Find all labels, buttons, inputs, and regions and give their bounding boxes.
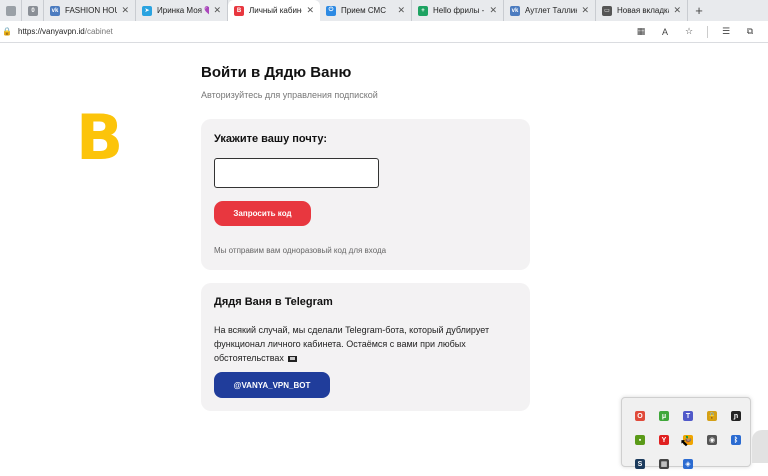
bluetooth-icon[interactable]: ᛒ [724,428,748,452]
bluetooth-icon-glyph: ᛒ [731,435,741,445]
extensions-icon[interactable]: ⧉ [744,26,756,38]
vpn-lock-icon-glyph: 🔒 [707,411,717,421]
request-code-button[interactable]: Запросить код [214,201,311,226]
vk-icon: vk [510,5,520,16]
notion-n-icon-glyph: ɲ [731,411,741,421]
browser-tab-bar: 0vkFASHION HOUSE✕➤Иринка Моя 💜✕BЛичный к… [0,0,768,21]
grid-icon[interactable]: ▦ [635,26,647,38]
steam-icon[interactable]: S [628,452,652,476]
tab-title: Аутлет Таллинско [525,6,577,15]
login-header: Войти в Дядю Ваню Авторизуйтесь для упра… [201,62,530,104]
tab-3[interactable]: ➤ Иринка Моя 💜 ✕ [136,0,228,21]
close-tab-icon[interactable]: ✕ [397,5,405,16]
app-tray-icon-glyph: ▦ [659,459,669,469]
toolbar-divider [707,25,708,38]
page-subtitle: Авторизуйтесь для управления подпиской [201,90,378,100]
tab-actions-button[interactable] [0,0,22,21]
close-tab-icon[interactable]: ✕ [489,5,497,16]
tab-title: Прием СМС [341,6,386,15]
url-host: https://vanyavpn.id [18,27,85,36]
tab-title: Новая вкладка [617,6,670,15]
eye-off-icon-glyph: ◉ [707,435,717,445]
mouse-cursor-icon: ⬉ [680,438,689,449]
new-tab-button[interactable]: + [688,0,710,21]
read-aloud-icon[interactable]: A [659,26,671,38]
tab-8[interactable]: ▭ Новая вкладка ✕ [596,0,688,21]
login-card: Укажите вашу почту: Запросить код Мы отп… [201,119,530,270]
telegram-heading: Дядя Ваня в Telegram [214,296,333,308]
close-tab-icon[interactable]: ✕ [306,5,314,16]
tab-7[interactable]: vk Аутлет Таллинско ✕ [504,0,596,21]
login-hint: Мы отправим вам одноразовый код для вход… [214,246,387,255]
tab-4[interactable]: B Личный кабинет ✕ [228,0,320,21]
opera-gx-icon-glyph: O [635,411,645,421]
yandex-icon-glyph: Y [659,435,669,445]
close-tab-icon[interactable]: ✕ [213,5,221,16]
tab-2[interactable]: vk FASHION HOUSE ✕ [44,0,136,21]
eye-off-icon[interactable]: ◉ [700,428,724,452]
nvidia-icon[interactable]: ▪ [628,428,652,452]
favorites-list-icon[interactable]: ☰ [720,26,732,38]
brand-logo: B [76,101,124,174]
notion-n-icon[interactable]: ɲ [724,404,748,428]
telegram-description-text: На всякий случай, мы сделали Telegram-бо… [214,325,490,363]
pinned-tab[interactable]: 0 [22,0,44,21]
tab-title: FASHION HOUSE [65,6,117,15]
app-tray-icon[interactable]: ▦ [652,452,676,476]
tab-title: Личный кабинет [249,6,302,15]
power-icon: ⏻ [326,5,336,16]
vanyavpn-icon: B [234,5,244,16]
pinned-tab-icon: 0 [28,5,38,16]
url-path: /cabinet [84,27,113,36]
yandex-icon[interactable]: Y [652,428,676,452]
utorrent-icon[interactable]: μ [652,404,676,428]
teams-icon-glyph: T [683,411,693,421]
new-tab-page-icon: ▭ [602,5,612,16]
opera-gx-icon[interactable]: O [628,404,652,428]
system-tray-overflow: Oμ T 🔒 ɲ ▪ Y 🦆 ◉ ᛒ S ▦ ◈ [621,397,751,469]
url-field[interactable]: https://vanyavpn.id/cabinet [18,27,635,36]
tab-actions-icon [6,5,16,16]
shield-tray-icon-glyph: ◈ [683,459,693,469]
shield-tray-icon[interactable]: ◈ [676,452,700,476]
close-tab-icon[interactable]: ✕ [673,5,681,16]
nvidia-icon-glyph: ▪ [635,435,645,445]
teams-icon[interactable]: T [676,404,700,428]
tab-title: Hello фрилы - Go [433,6,485,15]
vk-icon: vk [50,5,60,16]
telegram-bot-button[interactable]: @VANYA_VPN_BOT [214,372,330,398]
utorrent-icon-glyph: μ [659,411,669,421]
telegram-icon: ➤ [142,5,152,16]
telegram-description: На всякий случай, мы сделали Telegram-бо… [214,323,514,365]
page-title: Войти в Дядю Ваню [201,64,352,81]
favorite-star-icon[interactable]: ☆ [683,26,695,38]
address-bar: 🔒 https://vanyavpn.id/cabinet ▦ A ☆ ☰ ⧉ [0,21,768,43]
corner-shade [752,430,768,463]
lock-icon[interactable]: 🔒 [2,27,12,36]
pirate-flag-icon [288,355,298,362]
email-input[interactable] [214,158,379,188]
tab-5[interactable]: ⏻ Прием СМС ✕ [320,0,412,21]
close-tab-icon[interactable]: ✕ [581,5,589,16]
tab-6[interactable]: + Hello фрилы - Go ✕ [412,0,504,21]
sheets-icon: + [418,5,428,16]
telegram-card: Дядя Ваня в Telegram На всякий случай, м… [201,283,530,411]
close-tab-icon[interactable]: ✕ [121,5,129,16]
steam-icon-glyph: S [635,459,645,469]
tab-title: Иринка Моя 💜 [157,6,210,15]
email-label: Укажите вашу почту: [214,133,328,145]
vpn-lock-icon[interactable]: 🔒 [700,404,724,428]
